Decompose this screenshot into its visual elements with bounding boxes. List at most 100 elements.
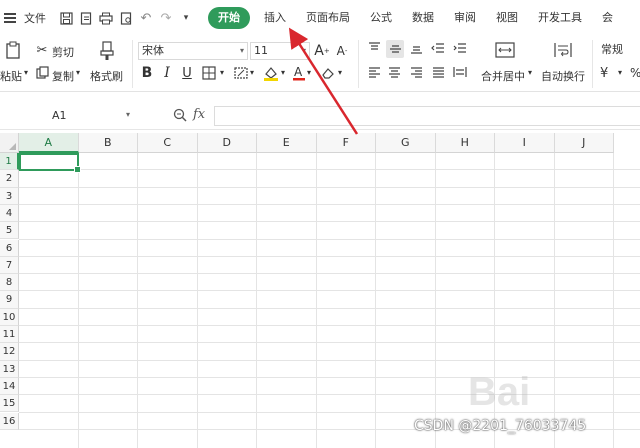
zoom-search-icon[interactable] xyxy=(172,107,188,123)
merge-center-dropdown-icon[interactable]: ▾ xyxy=(528,68,532,77)
row-header[interactable]: 15 xyxy=(0,395,19,413)
format-painter-icon[interactable] xyxy=(98,40,116,62)
row-header[interactable]: 1 xyxy=(0,153,19,171)
row-header[interactable]: 4 xyxy=(0,204,19,223)
row-header[interactable]: 11 xyxy=(0,326,19,344)
column-header[interactable]: A xyxy=(19,133,79,153)
name-box[interactable]: A1 ▾ xyxy=(4,106,132,126)
distributed-align-icon[interactable] xyxy=(452,64,468,80)
row-header[interactable]: 6 xyxy=(0,239,19,257)
file-menu[interactable]: 文件 xyxy=(24,10,46,26)
increase-indent-icon[interactable] xyxy=(452,40,468,56)
tab-insert[interactable]: 插入 xyxy=(254,7,296,29)
tab-developer[interactable]: 开发工具 xyxy=(528,7,592,29)
menu-icon[interactable] xyxy=(4,13,18,23)
align-left-icon[interactable] xyxy=(366,64,382,80)
column-header[interactable]: B xyxy=(78,133,138,153)
bold-icon[interactable]: B xyxy=(138,64,156,82)
redo-icon[interactable]: ↷ xyxy=(158,10,174,26)
font-name-select[interactable]: 宋体 ▾ xyxy=(138,42,248,60)
column-header[interactable]: E xyxy=(257,133,317,153)
undo-icon[interactable]: ↶ xyxy=(138,10,154,26)
chevron-down-icon: ▾ xyxy=(125,110,130,119)
row-header[interactable]: 12 xyxy=(0,343,19,361)
decrease-font-icon[interactable]: A- xyxy=(334,42,350,60)
number-format-select[interactable]: 常规 xyxy=(598,42,640,60)
clear-icon[interactable] xyxy=(318,64,336,82)
column-header[interactable]: D xyxy=(197,133,257,153)
paste-dropdown-icon[interactable]: ▾ xyxy=(24,68,28,77)
formula-input[interactable] xyxy=(214,106,640,126)
row-header[interactable]: 14 xyxy=(0,377,19,396)
fill-color-icon[interactable] xyxy=(262,64,280,82)
currency-button[interactable]: ¥ xyxy=(600,66,608,81)
align-middle-icon[interactable] xyxy=(386,40,404,58)
save-icon[interactable] xyxy=(58,10,74,26)
select-all-corner[interactable] xyxy=(0,133,19,153)
fill-pattern-dropdown-icon[interactable]: ▾ xyxy=(250,68,254,77)
row-header[interactable]: 13 xyxy=(0,360,19,378)
column-header[interactable]: C xyxy=(138,133,198,153)
fill-color-dropdown-icon[interactable]: ▾ xyxy=(281,68,285,77)
print-icon[interactable] xyxy=(98,10,114,26)
tab-page-layout[interactable]: 页面布局 xyxy=(296,7,360,29)
grid-line xyxy=(19,186,640,188)
tab-view[interactable]: 视图 xyxy=(486,7,528,29)
tab-data[interactable]: 数据 xyxy=(402,7,444,29)
currency-dropdown-icon[interactable]: ▾ xyxy=(618,68,622,77)
wrap-text-icon[interactable] xyxy=(552,40,574,60)
borders-icon[interactable] xyxy=(200,64,218,82)
row-header[interactable]: 9 xyxy=(0,291,19,309)
spreadsheet-grid[interactable]: A B C D E F G H I J 1 2 3 4 5 6 7 8 9 10 11 12 13 14 15 16 xyxy=(0,133,640,448)
row-header[interactable]: 2 xyxy=(0,170,19,188)
merge-center-button[interactable]: 合并居中 xyxy=(481,68,525,84)
row-header[interactable]: 3 xyxy=(0,187,19,205)
copy-dropdown-icon[interactable]: ▾ xyxy=(76,68,80,77)
row-header[interactable]: 10 xyxy=(0,308,19,326)
font-color-icon[interactable]: A xyxy=(292,64,306,82)
decrease-indent-icon[interactable] xyxy=(430,40,446,56)
customize-dropdown-icon[interactable]: ▾ xyxy=(178,10,194,26)
font-color-dropdown-icon[interactable]: ▾ xyxy=(307,68,311,77)
fill-pattern-icon[interactable] xyxy=(232,64,250,82)
row-header[interactable]: 5 xyxy=(0,222,19,240)
increase-font-icon[interactable]: A + xyxy=(314,42,330,60)
row-header[interactable]: 16 xyxy=(0,412,19,430)
italic-icon[interactable]: I xyxy=(158,64,176,82)
tab-review[interactable]: 审阅 xyxy=(444,7,486,29)
tab-formulas[interactable]: 公式 xyxy=(360,7,402,29)
align-top-icon[interactable] xyxy=(366,40,382,56)
justify-icon[interactable] xyxy=(430,64,446,80)
print-preview-icon[interactable] xyxy=(118,10,134,26)
paste-button[interactable]: 粘贴 xyxy=(0,68,22,84)
column-header[interactable]: F xyxy=(316,133,376,153)
column-header[interactable]: I xyxy=(495,133,555,153)
active-cell[interactable] xyxy=(19,153,80,174)
align-center-icon[interactable] xyxy=(386,64,402,80)
underline-icon[interactable]: U xyxy=(178,64,196,82)
cut-button[interactable]: 剪切 xyxy=(52,44,74,60)
wrap-text-button[interactable]: 自动换行 xyxy=(541,68,585,84)
align-bottom-icon[interactable] xyxy=(408,40,424,56)
quick-access: 文件 ↶ ↷ ▾ xyxy=(0,0,196,36)
paste-icon[interactable] xyxy=(4,40,22,60)
copy-icon[interactable] xyxy=(34,64,50,80)
merge-center-icon[interactable] xyxy=(494,40,516,60)
row-header[interactable]: 8 xyxy=(0,274,19,292)
tab-more[interactable]: 会 xyxy=(592,7,623,29)
export-pdf-icon[interactable] xyxy=(78,10,94,26)
column-header[interactable]: J xyxy=(554,133,614,153)
clear-dropdown-icon[interactable]: ▾ xyxy=(338,68,342,77)
tab-home[interactable]: 开始 xyxy=(208,7,250,29)
column-header[interactable]: G xyxy=(376,133,436,153)
cut-icon[interactable]: ✂ xyxy=(34,42,50,58)
font-size-select[interactable]: 11 ▾ xyxy=(250,42,310,60)
copy-button[interactable]: 复制 xyxy=(52,68,74,84)
row-header[interactable]: 7 xyxy=(0,256,19,275)
function-icon[interactable]: fx xyxy=(193,107,205,122)
format-painter-button[interactable]: 格式刷 xyxy=(90,68,123,84)
borders-dropdown-icon[interactable]: ▾ xyxy=(220,68,224,77)
column-header[interactable]: H xyxy=(435,133,495,153)
percent-button[interactable]: % xyxy=(630,66,640,80)
align-right-icon[interactable] xyxy=(408,64,424,80)
